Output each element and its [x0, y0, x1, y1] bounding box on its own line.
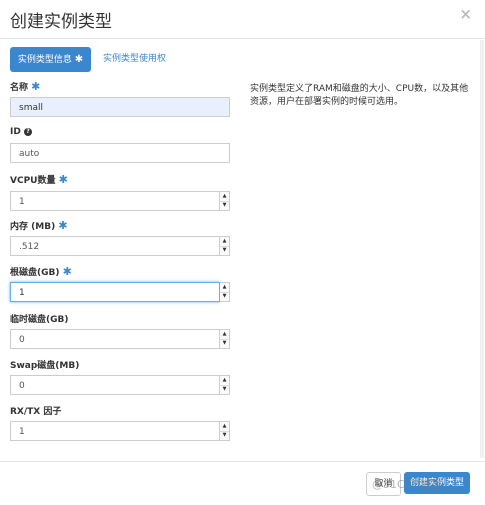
id-input[interactable]: auto [10, 143, 230, 163]
ephemeral-label: 临时磁盘(GB) [10, 315, 69, 325]
ephemeral-stepper: ▲ ▼ [220, 329, 230, 349]
question-icon[interactable]: ? [23, 127, 32, 136]
stepper-down-icon[interactable]: ▼ [220, 246, 229, 255]
scrollbar[interactable] [480, 40, 484, 458]
name-label: 名称 ✱ [10, 80, 41, 93]
tab-flavor-info-label: 实例类型信息 [17, 55, 72, 65]
help-text: 实例类型定义了RAM和磁盘的大小、CPU数，以及其他资源，用户在部署实例的时候可… [250, 84, 469, 107]
required-icon: ✱ [31, 80, 41, 93]
required-icon: ✱ [62, 265, 72, 278]
root-disk-input[interactable]: 1 [10, 282, 220, 302]
create-flavor-dialog: 创建实例类型 × 实例类型信息 ✱ 实例类型使用权 实例类型定义了RAM和磁盘的… [0, 0, 485, 504]
tab-flavor-info[interactable]: 实例类型信息 ✱ [10, 47, 91, 72]
stepper-down-icon[interactable]: ▼ [220, 201, 229, 210]
vcpus-input[interactable]: 1 [10, 191, 220, 211]
stepper-down-icon[interactable]: ▼ [220, 339, 229, 348]
ram-stepper: ▲ ▼ [220, 236, 230, 256]
tab-flavor-access[interactable]: 实例类型使用权 [103, 47, 166, 72]
ram-input[interactable]: .512 [10, 236, 220, 256]
rxtx-stepper: ▲ ▼ [220, 421, 230, 441]
vcpus-label: VCPU数量 ✱ [10, 173, 68, 186]
id-label: ID ? [10, 127, 32, 137]
ram-label: 内存 (MB) ✱ [10, 219, 68, 232]
close-icon[interactable]: × [459, 5, 472, 23]
dialog-title: 创建实例类型 [10, 12, 112, 32]
swap-label: Swap磁盘(MB) [10, 361, 80, 371]
required-icon: ✱ [74, 54, 84, 65]
required-icon: ✱ [58, 219, 68, 232]
rxtx-label: RX/TX 因子 [10, 407, 62, 417]
watermark: @51CTO博客 [372, 478, 443, 491]
dialog-header: 创建实例类型 × [0, 0, 485, 39]
swap-stepper: ▲ ▼ [220, 375, 230, 395]
stepper-down-icon[interactable]: ▼ [220, 385, 229, 394]
root-disk-label: 根磁盘(GB) ✱ [10, 265, 72, 278]
vcpus-stepper: ▲ ▼ [220, 191, 230, 211]
stepper-down-icon[interactable]: ▼ [220, 292, 229, 301]
name-input[interactable]: small [10, 97, 230, 117]
ephemeral-input[interactable]: 0 [10, 329, 220, 349]
required-icon: ✱ [58, 173, 68, 186]
stepper-down-icon[interactable]: ▼ [220, 431, 229, 440]
swap-input[interactable]: 0 [10, 375, 220, 395]
rxtx-input[interactable]: 1 [10, 421, 220, 441]
root-disk-stepper: ▲ ▼ [220, 282, 230, 302]
